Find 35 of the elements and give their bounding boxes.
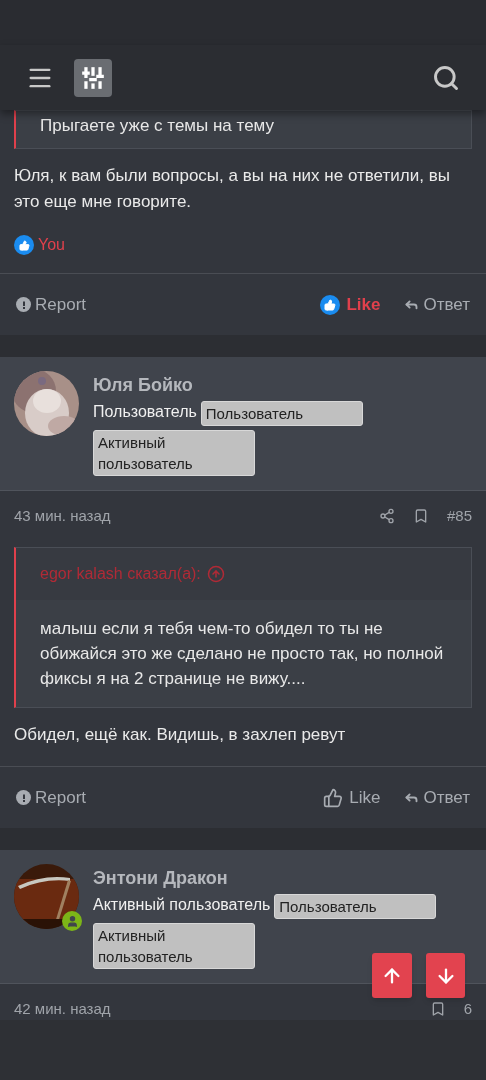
author-name[interactable]: Энтони Дракон [93, 866, 472, 890]
user-badge: Активный пользователь [93, 923, 255, 969]
alert-icon [16, 297, 31, 312]
thumbs-up-icon [323, 787, 344, 808]
report-button[interactable]: Report [16, 784, 87, 811]
like-button[interactable]: Like [323, 784, 381, 811]
post-number[interactable]: #85 [446, 504, 472, 528]
quote-text: малыш если я тебя чем-то обидел то ты не обижайся это же сделано не просто так, но полной фиксы я на 2 странице не вижу.... [39, 618, 445, 690]
thumbs-up-icon [14, 235, 34, 255]
user-badge: Активный пользователь [93, 430, 255, 476]
post-text: Обидел, ещё как. Видишь, в захлеп ревут [13, 724, 347, 746]
post-text: Юля, к вам были вопросы, а вы на них не ответили, вы это еще мне говорите. [13, 165, 451, 213]
thumbs-up-icon [320, 294, 341, 315]
user-badge: Пользователь [200, 401, 363, 426]
scroll-down-button[interactable] [426, 953, 465, 998]
user-title: Пользователь [93, 402, 197, 422]
reply-button[interactable]: Ответ [404, 291, 470, 318]
post-number[interactable]: 6 [463, 997, 472, 1021]
reply-icon [404, 790, 420, 805]
reply-button[interactable]: Ответ [404, 784, 470, 811]
author-name[interactable]: Юля Бойко [93, 373, 472, 397]
quote-text: Прыгаете уже с темы на тему [39, 115, 275, 137]
user-title: Активный пользователь [93, 895, 271, 915]
alert-icon [16, 790, 31, 805]
post-time[interactable]: 42 мин. назад [14, 997, 111, 1021]
search-icon[interactable] [432, 63, 460, 92]
report-button[interactable]: Report [16, 291, 87, 318]
post-time[interactable]: 43 мин. назад [14, 504, 111, 528]
sliders-icon[interactable] [74, 58, 112, 97]
reply-icon [404, 297, 420, 312]
share-icon[interactable] [378, 508, 395, 524]
scroll-up-button[interactable] [372, 953, 412, 998]
reaction-list[interactable]: You [38, 233, 65, 257]
user-badge: Пользователь [274, 894, 437, 919]
like-button[interactable]: Like [320, 291, 381, 318]
